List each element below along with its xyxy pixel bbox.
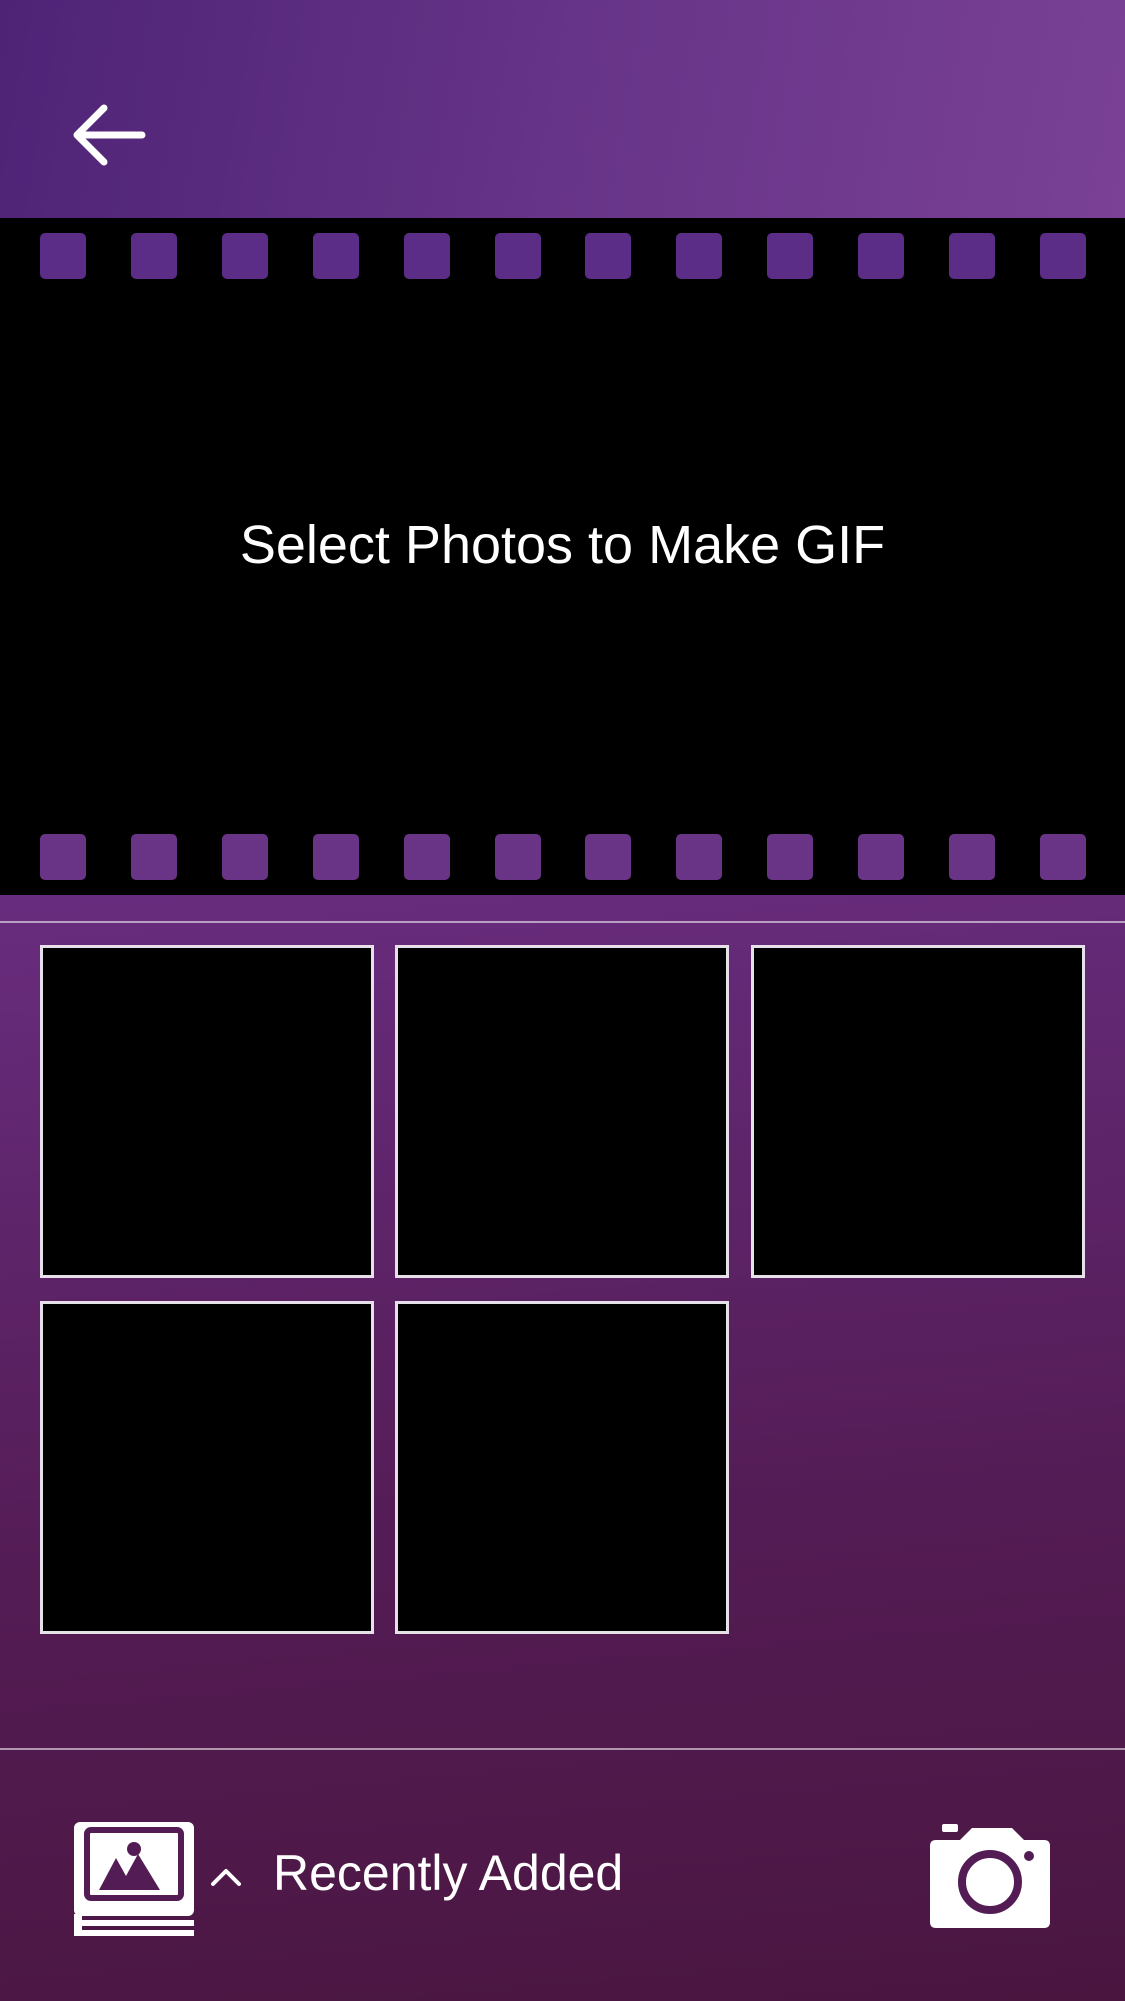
- sprocket-hole: [949, 233, 995, 279]
- sprocket-hole: [767, 834, 813, 880]
- sprocket-hole: [313, 834, 359, 880]
- back-button[interactable]: [60, 95, 156, 175]
- gif-filmstrip-preview: Select Photos to Make GIF: [0, 218, 1125, 895]
- filmstrip-sprockets-top: [0, 233, 1125, 279]
- sprocket-hole: [585, 233, 631, 279]
- sprocket-hole: [1040, 834, 1086, 880]
- top-app-bar: [0, 0, 1125, 218]
- sprocket-hole: [222, 834, 268, 880]
- sprocket-hole: [585, 834, 631, 880]
- photo-slot-1[interactable]: [40, 945, 374, 1278]
- arrow-left-icon: [73, 104, 146, 166]
- sprocket-hole: [222, 233, 268, 279]
- album-selector-label[interactable]: Recently Added: [273, 1848, 623, 1898]
- sprocket-hole: [495, 834, 541, 880]
- sprocket-hole: [676, 233, 722, 279]
- bottom-bar: Recently Added: [0, 1750, 1125, 2001]
- sprocket-hole: [313, 233, 359, 279]
- sprocket-hole: [40, 233, 86, 279]
- sprocket-hole: [676, 834, 722, 880]
- photo-slot-2[interactable]: [395, 945, 729, 1278]
- sprocket-hole: [131, 834, 177, 880]
- photo-slot-5[interactable]: [395, 1301, 729, 1634]
- sprocket-hole: [858, 834, 904, 880]
- photo-album-icon[interactable]: [72, 1820, 196, 1936]
- section-divider: [0, 921, 1125, 923]
- photo-slot-3[interactable]: [751, 945, 1085, 1278]
- sprocket-hole: [1040, 233, 1086, 279]
- filmstrip-title: Select Photos to Make GIF: [239, 515, 886, 575]
- photo-slot-4[interactable]: [40, 1301, 374, 1634]
- sprocket-hole: [404, 834, 450, 880]
- sprocket-hole: [767, 233, 813, 279]
- sprocket-hole: [495, 233, 541, 279]
- filmstrip-sprockets-bottom: [0, 834, 1125, 880]
- sprocket-hole: [949, 834, 995, 880]
- chevron-up-icon[interactable]: [208, 1858, 244, 1894]
- sprocket-hole: [40, 834, 86, 880]
- sprocket-hole: [131, 233, 177, 279]
- camera-icon[interactable]: [928, 1822, 1052, 1930]
- sprocket-hole: [404, 233, 450, 279]
- sprocket-hole: [858, 233, 904, 279]
